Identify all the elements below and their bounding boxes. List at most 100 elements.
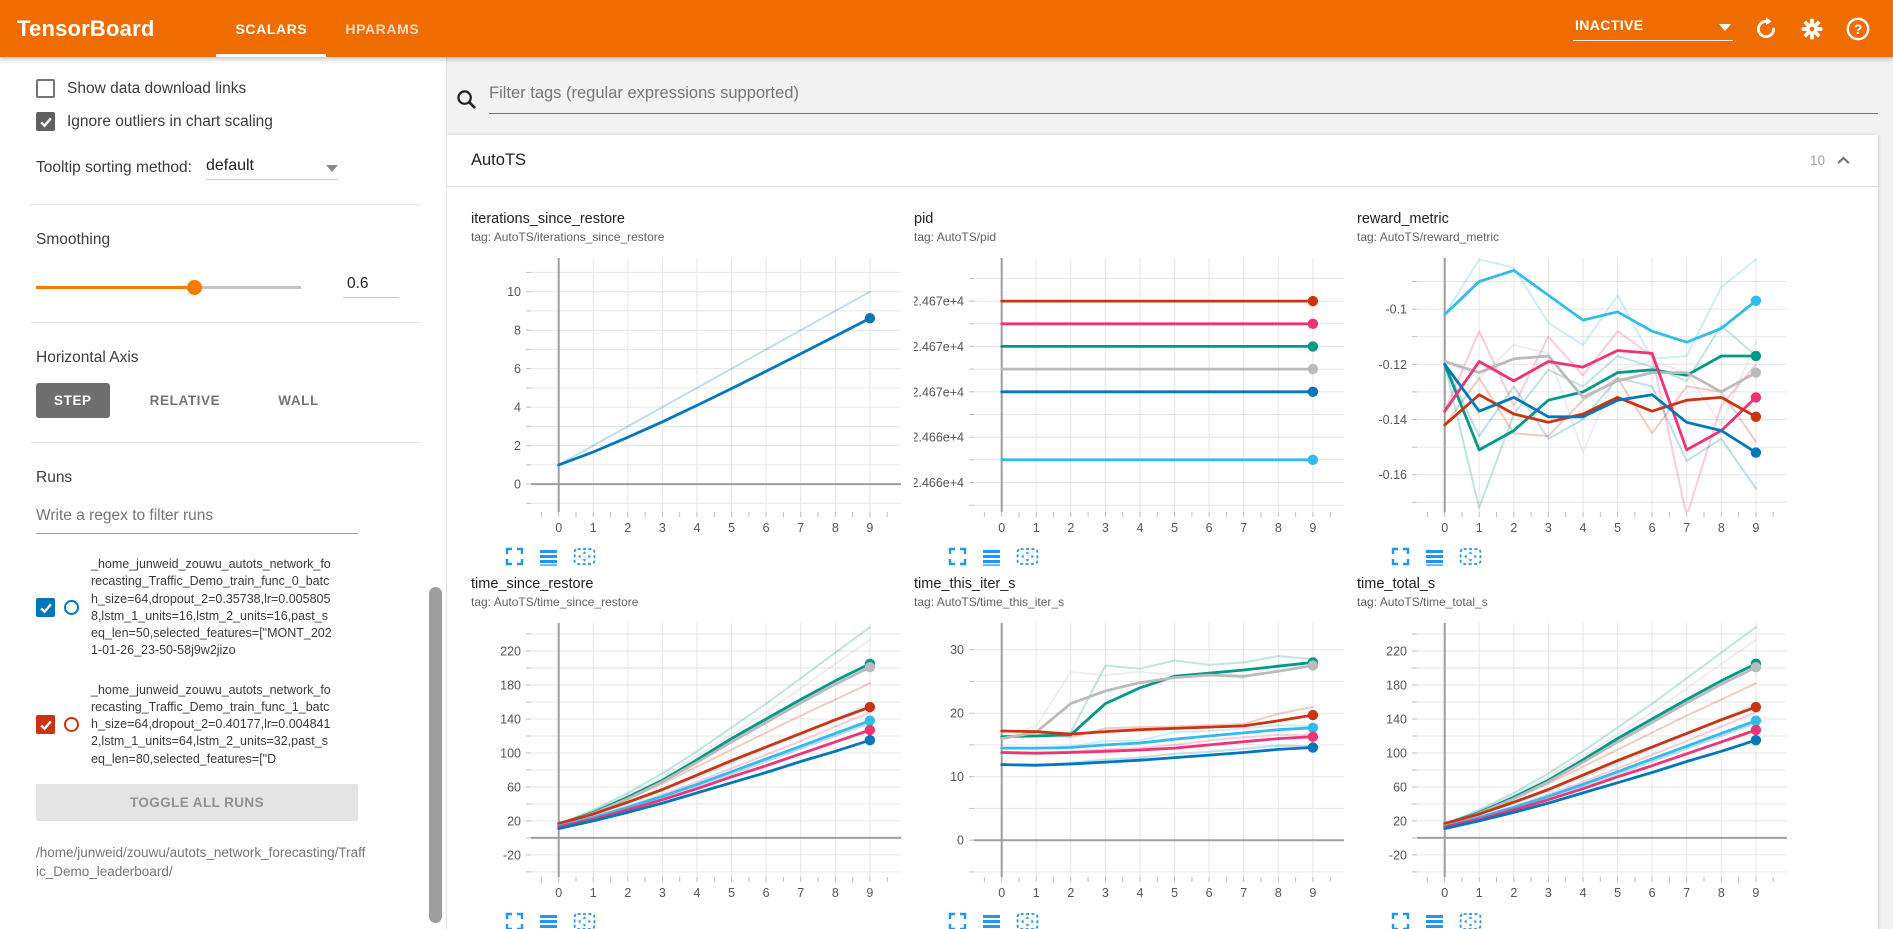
fit-domain-icon[interactable] (1016, 547, 1039, 566)
chevron-down-icon (326, 165, 338, 172)
settings-gear-icon[interactable] (1799, 16, 1825, 42)
checkbox-checked[interactable] (36, 112, 55, 131)
svg-text:1: 1 (1476, 521, 1483, 535)
help-icon[interactable]: ? (1845, 16, 1871, 42)
svg-text:3: 3 (1102, 886, 1109, 900)
chart-tag: tag: AutoTS/time_total_s (1357, 595, 1800, 609)
smoothing-value[interactable]: 0.6 (343, 275, 399, 298)
search-icon (456, 89, 477, 110)
svg-text:-0.1: -0.1 (1385, 303, 1407, 317)
svg-text:9: 9 (1752, 886, 1759, 900)
expand-chart-icon[interactable] (1391, 912, 1410, 929)
show-download-links-checkbox-row[interactable]: Show data download links (36, 79, 420, 98)
svg-text:3: 3 (1545, 886, 1552, 900)
scalar-line-chart[interactable]: 01020300123456789 (914, 613, 1350, 909)
chevron-down-icon (1719, 24, 1731, 31)
axis-btn-relative[interactable]: RELATIVE (132, 383, 239, 418)
sidebar-scrollbar-thumb[interactable] (429, 587, 442, 923)
svg-text:4: 4 (1580, 521, 1587, 535)
chart-tag: tag: AutoTS/time_since_restore (471, 595, 914, 609)
fit-domain-icon[interactable] (1016, 912, 1039, 929)
status-dropdown[interactable]: INACTIVE (1573, 17, 1733, 41)
svg-text:-20: -20 (503, 848, 521, 862)
run-checkbox[interactable] (36, 598, 55, 617)
svg-text:3: 3 (659, 521, 666, 535)
svg-text:5: 5 (1614, 886, 1621, 900)
scalar-line-chart[interactable]: -2020601001401802200123456789 (1357, 613, 1793, 909)
expand-chart-icon[interactable] (505, 547, 524, 566)
fit-domain-icon[interactable] (573, 912, 596, 929)
run-checkbox[interactable] (36, 715, 55, 734)
svg-text:2.467e+4: 2.467e+4 (914, 385, 964, 399)
ignore-outliers-checkbox-row[interactable]: Ignore outliers in chart scaling (36, 112, 420, 131)
tooltip-sorting-label: Tooltip sorting method: (36, 159, 192, 180)
svg-text:0: 0 (1441, 886, 1448, 900)
smoothing-slider[interactable] (36, 279, 301, 295)
chart-title: pid (914, 211, 1357, 227)
run-radio[interactable] (64, 717, 79, 732)
chart-tag: tag: AutoTS/iterations_since_restore (471, 230, 914, 244)
expand-chart-icon[interactable] (505, 912, 524, 929)
tag-group-card: AutoTS 10 iterations_since_restore tag: … (447, 135, 1878, 929)
tab-scalars[interactable]: SCALARS (216, 0, 326, 57)
svg-text:9: 9 (866, 521, 873, 535)
expand-chart-icon[interactable] (1391, 547, 1410, 566)
tooltip-sorting-dropdown[interactable]: default (206, 157, 338, 180)
expand-chart-icon[interactable] (948, 547, 967, 566)
svg-text:6: 6 (514, 362, 521, 376)
svg-text:6: 6 (1206, 521, 1213, 535)
svg-text:2.466e+4: 2.466e+4 (914, 431, 964, 445)
svg-text:5: 5 (1171, 521, 1178, 535)
svg-text:30: 30 (950, 643, 964, 657)
run-selector-rows-icon[interactable] (539, 547, 558, 566)
fit-domain-icon[interactable] (573, 547, 596, 566)
axis-btn-wall[interactable]: WALL (260, 383, 337, 418)
run-item[interactable]: _home_junweid_zouwu_autots_network_forec… (36, 682, 420, 768)
tab-hparams[interactable]: HPARAMS (326, 0, 438, 57)
fit-domain-icon[interactable] (1459, 547, 1482, 566)
svg-text:0: 0 (514, 478, 521, 492)
tooltip-sorting-value: default (206, 157, 254, 175)
scalar-chart-card: time_since_restore tag: AutoTS/time_sinc… (471, 576, 914, 929)
divider (30, 204, 420, 205)
checkbox-unchecked[interactable] (36, 79, 55, 98)
chart-title: reward_metric (1357, 211, 1800, 227)
scalar-line-chart[interactable]: -0.1-0.12-0.14-0.160123456789 (1357, 248, 1793, 544)
run-selector-rows-icon[interactable] (1425, 547, 1444, 566)
run-selector-rows-icon[interactable] (982, 547, 1001, 566)
chevron-up-icon[interactable] (1835, 152, 1852, 169)
runs-filter-input[interactable] (36, 501, 358, 534)
svg-text:220: 220 (500, 645, 521, 659)
svg-text:-20: -20 (1389, 848, 1407, 862)
svg-text:3: 3 (1102, 521, 1109, 535)
svg-text:8: 8 (1275, 886, 1282, 900)
check-icon (39, 718, 53, 732)
svg-text:60: 60 (1393, 781, 1407, 795)
app-title: TensorBoard (17, 16, 154, 42)
scalar-line-chart[interactable]: 2.467e+42.467e+42.467e+42.466e+42.466e+4… (914, 248, 1350, 544)
svg-text:100: 100 (500, 747, 521, 761)
run-item[interactable]: _home_junweid_zouwu_autots_network_forec… (36, 556, 420, 660)
svg-text:-0.16: -0.16 (1379, 468, 1408, 482)
tag-filter-input[interactable] (489, 84, 1878, 114)
fit-domain-icon[interactable] (1459, 912, 1482, 929)
tag-group-header[interactable]: AutoTS 10 (447, 135, 1878, 187)
run-selector-rows-icon[interactable] (539, 912, 558, 929)
toggle-all-runs-button[interactable]: TOGGLE ALL RUNS (36, 784, 358, 821)
run-selector-rows-icon[interactable] (982, 912, 1001, 929)
reload-icon[interactable] (1753, 16, 1779, 42)
check-icon (39, 115, 53, 129)
svg-text:-0.14: -0.14 (1379, 413, 1408, 427)
svg-text:220: 220 (1386, 645, 1407, 659)
expand-chart-icon[interactable] (948, 912, 967, 929)
scalar-line-chart[interactable]: 02468100123456789 (471, 248, 907, 544)
scalar-line-chart[interactable]: -2020601001401802200123456789 (471, 613, 907, 909)
svg-text:7: 7 (797, 886, 804, 900)
charts-grid: iterations_since_restore tag: AutoTS/ite… (447, 187, 1878, 929)
svg-text:20: 20 (507, 814, 521, 828)
axis-btn-step[interactable]: STEP (36, 383, 110, 418)
svg-text:0: 0 (555, 886, 562, 900)
run-radio[interactable] (64, 600, 79, 615)
run-selector-rows-icon[interactable] (1425, 912, 1444, 929)
slider-thumb[interactable] (187, 280, 202, 295)
